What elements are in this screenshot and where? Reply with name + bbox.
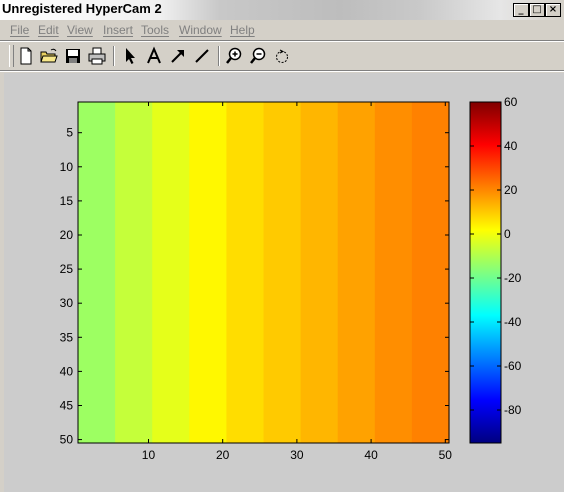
title-bar[interactable]: Unregistered HyperCam 2 _ □ × [0,0,564,20]
heatmap-column [152,102,190,443]
y-tick-label: 5 [66,126,73,140]
text-icon[interactable] [144,46,164,66]
menu-insert[interactable]: Insert [103,23,133,37]
toolbar-separator [113,46,114,66]
y-tick-label: 30 [60,296,74,310]
x-tick-label: 30 [290,448,304,462]
toolbar-separator [218,46,219,66]
y-tick-label: 10 [60,160,74,174]
heatmap-column [374,102,413,443]
application-window: Unregistered HyperCam 2 _ □ × File Edit … [0,0,564,492]
menu-separator [0,40,564,41]
heatmap-column [337,102,376,443]
heatmap-column [189,102,227,443]
toolbar-separator-line [0,70,564,71]
colorbar-tick-label: -60 [504,359,522,373]
y-tick-label: 40 [60,364,74,378]
arrow-icon[interactable] [168,46,188,66]
heatmap-column [115,102,153,443]
colorbar-tick-label: 60 [504,95,518,109]
heatmap-column [78,102,116,443]
toolbar-grip[interactable] [9,45,14,67]
heatmap-figure[interactable]: 5 10 15 20 25 30 35 40 45 50 10 20 30 40 50 60 40 20 0 -20 -… [4,73,564,492]
toolbar [0,42,564,70]
menu-help[interactable]: Help [230,23,255,37]
menu-file[interactable]: File [10,23,29,37]
y-tick-label: 50 [60,433,74,447]
heatmap-column [300,102,339,443]
y-tick-label: 20 [60,228,74,242]
x-tick-label: 40 [364,448,378,462]
colorbar-tick-label: 0 [504,227,511,241]
menu-edit[interactable]: Edit [38,23,59,37]
colorbar-tick-label: 20 [504,183,518,197]
print-icon[interactable] [87,46,107,66]
y-tick-label: 15 [60,194,74,208]
x-tick-label: 20 [216,448,230,462]
close-button[interactable]: × [545,3,561,17]
zoom-out-icon[interactable] [248,46,268,66]
x-tick-label: 50 [439,448,453,462]
heatmap-column [226,102,265,443]
colorbar-tick-label: -80 [504,403,522,417]
menu-window[interactable]: Window [179,23,222,37]
heatmap-column [263,102,302,443]
heatmap-column [411,102,450,443]
zoom-in-icon[interactable] [224,46,244,66]
open-folder-icon[interactable] [39,46,59,66]
menu-tools[interactable]: Tools [141,23,169,37]
colorbar-tick-label: 40 [504,139,518,153]
menu-view[interactable]: View [67,23,93,37]
y-tick-label: 45 [60,398,74,412]
new-file-icon[interactable] [16,46,36,66]
colorbar [469,101,502,444]
colorbar-tick-label: -20 [504,271,522,285]
y-tick-label: 35 [60,330,74,344]
figure-area: 5 10 15 20 25 30 35 40 45 50 10 20 30 40 50 60 40 20 0 -20 -… [4,73,564,492]
minimize-button[interactable]: _ [513,3,529,17]
x-tick-label: 10 [142,448,156,462]
menu-bar: File Edit View Insert Tools Window Help [0,21,564,39]
colorbar-tick-label: -40 [504,315,522,329]
y-tick-label: 25 [60,262,74,276]
window-title: Unregistered HyperCam 2 [2,1,162,16]
save-icon[interactable] [63,46,83,66]
line-icon[interactable] [192,46,212,66]
maximize-button[interactable]: □ [529,3,545,17]
pointer-icon[interactable] [120,46,140,66]
rotate-icon[interactable] [272,46,292,66]
